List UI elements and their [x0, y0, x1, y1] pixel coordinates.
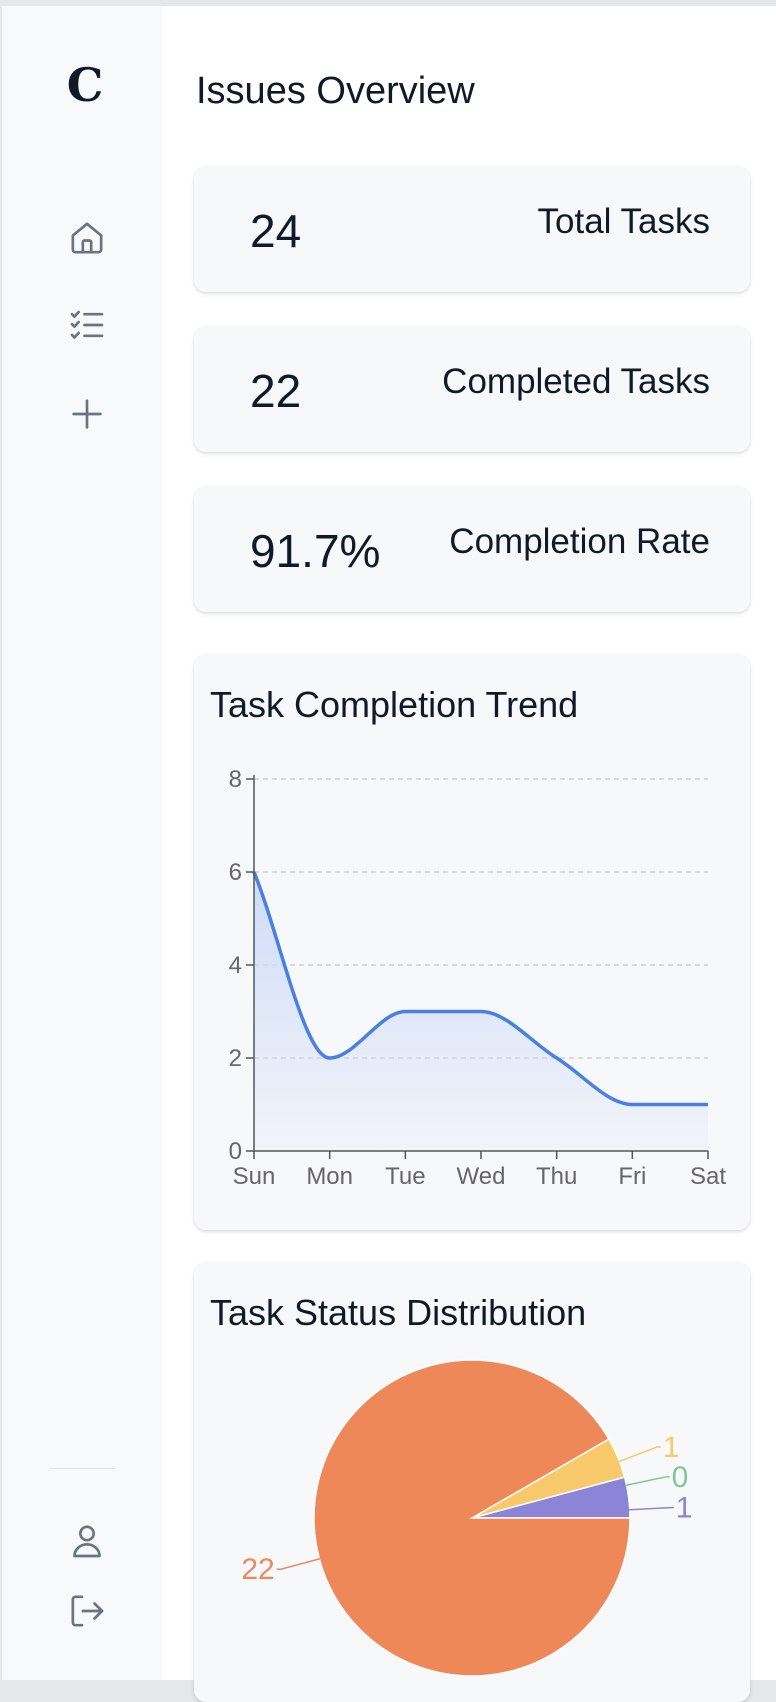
pie-slice: [313, 1359, 631, 1677]
nav-home-button[interactable]: [66, 217, 108, 259]
app-window: C Issues Overview 24 Total Tasks 22 Comp…: [2, 6, 776, 1702]
y-tick-label: 8: [229, 766, 242, 793]
stat-card-completed-tasks: 22 Completed Tasks: [194, 326, 750, 452]
y-tick-label: 4: [229, 952, 242, 979]
x-tick-label: Thu: [536, 1163, 577, 1190]
stat-value: 91.7%: [250, 525, 381, 577]
stat-card-total-tasks: 24 Total Tasks: [194, 166, 750, 292]
x-tick-label: Sat: [690, 1163, 726, 1190]
user-icon: [73, 1525, 101, 1558]
y-tick-label: 2: [229, 1045, 242, 1072]
stat-value: 22: [250, 365, 302, 417]
pie-label-leader: [628, 1506, 674, 1511]
app-logo[interactable]: C: [2, 58, 168, 112]
stat-card-completion-rate: 91.7% Completion Rate: [194, 486, 750, 612]
pie-slice-label: 1: [663, 1431, 680, 1464]
x-tick-label: Mon: [306, 1163, 353, 1190]
home-icon: [71, 222, 103, 254]
sidebar: C: [2, 6, 162, 1680]
x-tick-label: Sun: [233, 1163, 276, 1190]
status-chart-card: Task Status Distribution 1 0 1 22: [194, 1262, 750, 1702]
pie-label-leader: [617, 1446, 661, 1463]
x-tick-label: Fri: [618, 1163, 646, 1190]
x-tick-label: Wed: [457, 1163, 506, 1190]
x-tick-label: Tue: [385, 1163, 425, 1190]
pie-slice-label: 0: [672, 1461, 689, 1494]
pie-label-leader: [276, 1557, 322, 1570]
stat-label: Completion Rate: [449, 522, 710, 561]
y-tick-label: 0: [229, 1138, 242, 1165]
plus-icon: [72, 399, 102, 429]
logout-button[interactable]: [66, 1590, 108, 1632]
stat-label: Completed Tasks: [442, 362, 710, 401]
status-pie-chart: 101 22: [241, 1359, 693, 1677]
nav-add-button[interactable]: [66, 393, 108, 435]
y-tick-label: 6: [229, 859, 242, 886]
stat-value: 24: [250, 205, 302, 257]
trend-chart-card: Task Completion Trend 0 2 4 6 8 Sun Mon Tue Wed T…: [194, 654, 750, 1230]
trend-chart: 0 2 4 6 8 Sun Mon Tue Wed Thu Fri Sat: [229, 766, 727, 1190]
logout-icon: [71, 1595, 104, 1627]
pie-slice-label: 1: [676, 1492, 693, 1525]
task-list-icon: [70, 310, 104, 339]
main-content: Issues Overview 24 Total Tasks 22 Comple…: [162, 6, 776, 1702]
page-title: Issues Overview: [196, 70, 475, 112]
profile-button[interactable]: [66, 1520, 108, 1562]
stat-label: Total Tasks: [537, 202, 711, 241]
pie-label-leader: [624, 1476, 670, 1487]
nav-tasks-button[interactable]: [66, 304, 108, 346]
pie-slice-label: 22: [241, 1553, 274, 1586]
sidebar-divider: [50, 1468, 116, 1469]
